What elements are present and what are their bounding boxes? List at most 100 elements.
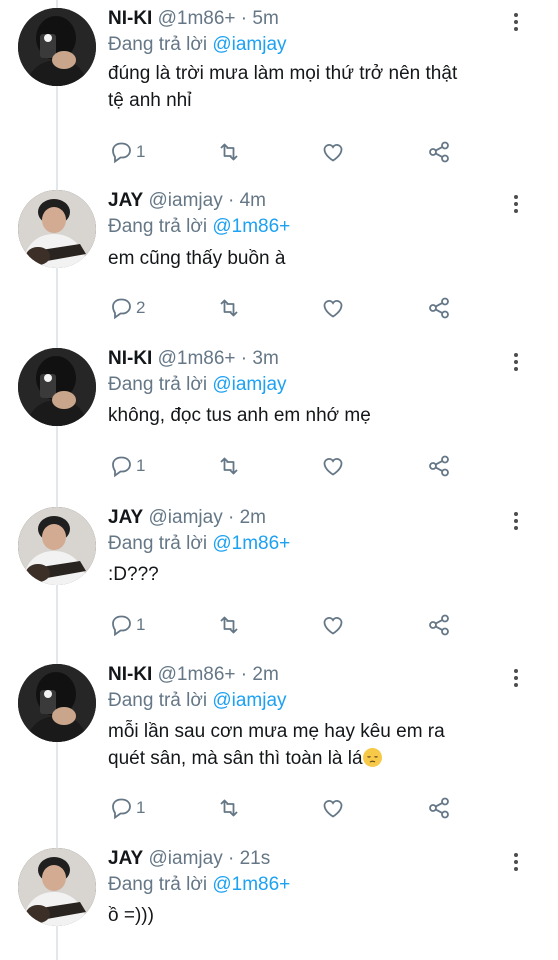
mention-link[interactable]: @1m86+: [212, 874, 290, 895]
user-handle[interactable]: @iamjay: [149, 507, 223, 528]
reply-icon: [108, 139, 134, 165]
tweet-text-line: mỗi lần sau cơn mưa mẹ hay kêu em ra: [108, 721, 445, 742]
reply-button[interactable]: 2: [108, 294, 145, 322]
reply-icon: [108, 295, 134, 321]
like-button[interactable]: [320, 294, 346, 322]
share-button[interactable]: [426, 794, 452, 822]
timestamp[interactable]: 2m: [240, 507, 266, 528]
tweet-header: NI-KI @1m86+ · 5m: [108, 8, 279, 30]
avatar[interactable]: [18, 664, 96, 742]
tweet-actions: 1: [108, 611, 468, 639]
user-handle[interactable]: @1m86+: [158, 348, 236, 369]
display-name[interactable]: NI-KI: [108, 664, 152, 685]
like-button[interactable]: [320, 452, 346, 480]
user-handle[interactable]: @1m86+: [158, 8, 236, 29]
retweet-icon: [216, 295, 242, 321]
retweet-button[interactable]: [216, 452, 242, 480]
replying-to-line: Đang trả lời @iamjay: [108, 374, 287, 396]
separator: ·: [222, 507, 240, 528]
mention-link[interactable]: @iamjay: [212, 374, 286, 395]
tweet-header: NI-KI @1m86+ · 2m: [108, 664, 279, 686]
replying-to-label: Đang trả lời: [108, 34, 208, 55]
more-vertical-icon[interactable]: [506, 350, 526, 374]
tweet-actions: 1: [108, 452, 468, 480]
reply-count: 1: [136, 142, 146, 161]
like-button[interactable]: [320, 138, 346, 166]
avatar[interactable]: [18, 507, 96, 585]
share-button[interactable]: [426, 138, 452, 166]
display-name[interactable]: JAY: [108, 507, 143, 528]
mention-link[interactable]: @1m86+: [212, 216, 290, 237]
share-button[interactable]: [426, 611, 452, 639]
reply-count: 1: [136, 798, 146, 817]
mention-link[interactable]: @1m86+: [212, 533, 290, 554]
like-button[interactable]: [320, 611, 346, 639]
timestamp[interactable]: 2m: [252, 664, 278, 685]
tweet-text-line: quét sân, mà sân thì toàn là lá: [108, 745, 528, 772]
retweet-icon: [216, 139, 242, 165]
separator: ·: [222, 190, 240, 211]
tweet-actions: 1: [108, 138, 468, 166]
pensive-face-icon: [362, 748, 382, 767]
more-vertical-icon[interactable]: [506, 192, 526, 216]
user-handle[interactable]: @iamjay: [149, 190, 223, 211]
tweet-text: đúng là trời mưa làm mọi thứ trở nên thậ…: [108, 60, 528, 114]
more-vertical-icon[interactable]: [506, 509, 526, 533]
reply-button[interactable]: 1: [108, 138, 145, 166]
tweet-text: em cũng thấy buồn à: [108, 245, 528, 272]
like-button[interactable]: [320, 794, 346, 822]
avatar[interactable]: [18, 348, 96, 426]
avatar[interactable]: [18, 848, 96, 926]
retweet-button[interactable]: [216, 611, 242, 639]
timestamp[interactable]: 5m: [252, 8, 278, 29]
reply-icon: [108, 612, 134, 638]
reply-count: 1: [136, 615, 146, 634]
share-icon: [426, 795, 452, 821]
reply-button[interactable]: 1: [108, 794, 145, 822]
retweet-icon: [216, 795, 242, 821]
tweet-text-line: đúng là trời mưa làm mọi thứ trở nên thậ…: [108, 63, 458, 84]
retweet-button[interactable]: [216, 794, 242, 822]
heart-icon: [320, 795, 346, 821]
display-name[interactable]: JAY: [108, 190, 143, 211]
retweet-button[interactable]: [216, 294, 242, 322]
tweet-text: :D???: [108, 561, 528, 588]
more-vertical-icon[interactable]: [506, 666, 526, 690]
reply-icon: [108, 453, 134, 479]
user-handle[interactable]: @iamjay: [149, 848, 223, 869]
heart-icon: [320, 612, 346, 638]
avatar[interactable]: [18, 8, 96, 86]
replying-to-line: Đang trả lời @1m86+: [108, 874, 290, 896]
timestamp[interactable]: 4m: [240, 190, 266, 211]
tweet-text: mỗi lần sau cơn mưa mẹ hay kêu em ra quét…: [108, 718, 528, 772]
tweet-text-line: ồ =))): [108, 905, 154, 926]
share-icon: [426, 295, 452, 321]
mention-link[interactable]: @iamjay: [212, 34, 286, 55]
tweet-header: JAY @iamjay · 21s: [108, 848, 270, 870]
retweet-button[interactable]: [216, 138, 242, 166]
share-button[interactable]: [426, 452, 452, 480]
mention-link[interactable]: @iamjay: [212, 690, 286, 711]
reply-count: 2: [136, 298, 146, 317]
display-name[interactable]: NI-KI: [108, 348, 152, 369]
replying-to-line: Đang trả lời @1m86+: [108, 216, 290, 238]
more-vertical-icon[interactable]: [506, 850, 526, 874]
share-button[interactable]: [426, 294, 452, 322]
reply-icon: [108, 795, 134, 821]
user-handle[interactable]: @1m86+: [158, 664, 236, 685]
tweet-text-line: em cũng thấy buồn à: [108, 248, 286, 269]
more-vertical-icon[interactable]: [506, 10, 526, 34]
separator: ·: [235, 8, 253, 29]
reply-button[interactable]: 1: [108, 611, 145, 639]
display-name[interactable]: JAY: [108, 848, 143, 869]
separator: ·: [235, 664, 253, 685]
tweet-header: JAY @iamjay · 2m: [108, 507, 266, 529]
reply-button[interactable]: 1: [108, 452, 145, 480]
replying-to-line: Đang trả lời @1m86+: [108, 533, 290, 555]
display-name[interactable]: NI-KI: [108, 8, 152, 29]
share-icon: [426, 453, 452, 479]
timestamp[interactable]: 21s: [240, 848, 271, 869]
heart-icon: [320, 453, 346, 479]
timestamp[interactable]: 3m: [252, 348, 278, 369]
avatar[interactable]: [18, 190, 96, 268]
